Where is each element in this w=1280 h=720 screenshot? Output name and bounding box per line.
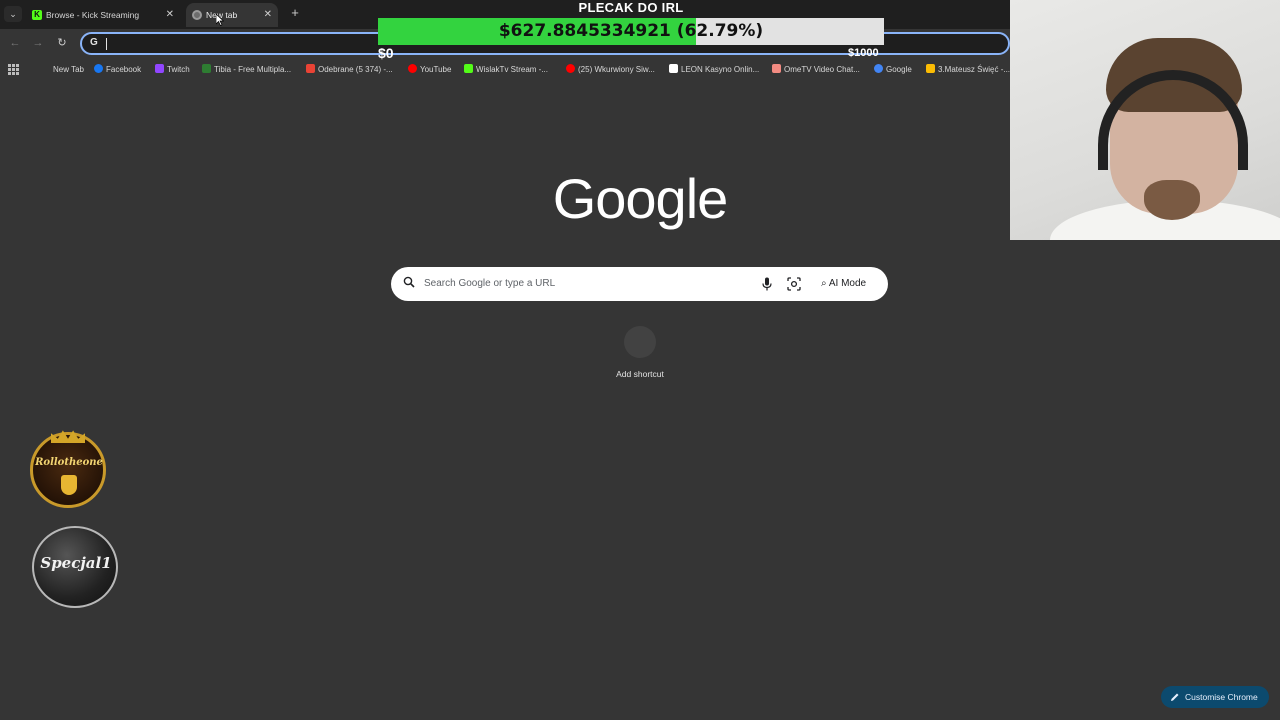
text-caret bbox=[106, 38, 107, 50]
bookmark-new-tab[interactable]: New Tab bbox=[53, 63, 84, 77]
mouse-cursor-icon bbox=[216, 14, 224, 26]
goal-min-label: $0 bbox=[378, 45, 394, 61]
facebook-icon bbox=[94, 64, 103, 73]
ometv-icon bbox=[772, 64, 781, 73]
tab-label: Browse - Kick Streaming bbox=[46, 10, 140, 20]
google-search-box[interactable]: Search Google or type a URL ⌕ AI Mode bbox=[391, 267, 888, 301]
ai-mode-search-icon: ⌕ bbox=[821, 278, 827, 289]
youtube-icon bbox=[408, 64, 417, 73]
ai-mode-button[interactable]: ⌕ AI Mode bbox=[815, 271, 872, 297]
apps-grid-icon[interactable] bbox=[8, 64, 19, 75]
kick-icon: K bbox=[32, 10, 42, 20]
bookmark-drive[interactable]: 3.Mateusz Święć -... bbox=[926, 63, 1010, 77]
tab-kick[interactable]: K Browse - Kick Streaming ✕ bbox=[26, 3, 180, 27]
back-arrow-icon[interactable]: ← bbox=[8, 36, 22, 50]
chrome-icon bbox=[192, 10, 202, 20]
search-placeholder: Search Google or type a URL bbox=[424, 278, 556, 289]
bookmark-google[interactable]: Google bbox=[874, 63, 912, 77]
goal-progress-text: $627.8845334921 (62.79%) bbox=[498, 21, 764, 41]
search-icon bbox=[403, 276, 415, 288]
google-logo: Google bbox=[552, 167, 729, 230]
tab-search-chevron-icon[interactable]: ⌄ bbox=[4, 6, 22, 22]
customise-chrome-button[interactable]: Customise Chrome bbox=[1161, 686, 1269, 708]
pencil-icon bbox=[1171, 693, 1179, 701]
horse-shield-icon bbox=[61, 475, 77, 495]
add-shortcut-label[interactable]: Add shortcut bbox=[590, 369, 690, 379]
new-tab-button[interactable]: + bbox=[288, 5, 302, 21]
goal-title: PLECAK DO IRL bbox=[578, 0, 684, 15]
goal-max-label: $1000 bbox=[848, 47, 879, 59]
close-tab-icon[interactable]: ✕ bbox=[264, 3, 272, 27]
bookmark-twitch[interactable]: Twitch bbox=[155, 63, 190, 77]
google-search-icon: G bbox=[90, 37, 98, 48]
bookmark-tibia[interactable]: Tibia - Free Multipla... bbox=[202, 63, 291, 77]
close-tab-icon[interactable]: ✕ bbox=[166, 3, 174, 27]
forward-arrow-icon[interactable]: → bbox=[31, 36, 45, 50]
bookmark-leon[interactable]: LEON Kasyno Onlin... bbox=[669, 63, 759, 77]
specjal1-badge: Specjal1 bbox=[32, 526, 118, 608]
rollotheone-badge: Rollotheone bbox=[30, 430, 106, 508]
microphone-icon[interactable] bbox=[761, 277, 773, 291]
bookmark-youtube[interactable]: YouTube bbox=[408, 63, 451, 77]
bookmark-ometv[interactable]: OmeTV Video Chat... bbox=[772, 63, 860, 77]
bookmark-facebook[interactable]: Facebook bbox=[94, 63, 141, 77]
leon-icon bbox=[669, 64, 678, 73]
bookmarks-bar: New Tab Facebook Twitch Tibia - Free Mul… bbox=[0, 60, 1010, 80]
kick-icon bbox=[464, 64, 473, 73]
gmail-icon bbox=[306, 64, 315, 73]
crown-icon bbox=[51, 430, 85, 443]
youtube-icon bbox=[566, 64, 575, 73]
tab-new-tab[interactable]: New tab ✕ bbox=[186, 3, 278, 27]
google-lens-icon[interactable] bbox=[787, 277, 801, 291]
webcam-feed bbox=[1010, 0, 1280, 240]
twitch-icon bbox=[155, 64, 164, 73]
goal-progress-bar: $627.8845334921 (62.79%) bbox=[378, 18, 884, 45]
bookmark-wislaktv[interactable]: WislakTv Stream -... bbox=[464, 63, 548, 77]
google-icon bbox=[874, 64, 883, 73]
bookmark-wkurwiony[interactable]: (25) Wkurwiony Siw... bbox=[566, 63, 655, 77]
drive-icon bbox=[926, 64, 935, 73]
reload-icon[interactable]: ↻ bbox=[55, 36, 69, 50]
screen: ⌄ K Browse - Kick Streaming ✕ New tab ✕ … bbox=[0, 0, 1280, 720]
bookmark-gmail[interactable]: Odebrane (5 374) -... bbox=[306, 63, 393, 77]
add-shortcut-button[interactable] bbox=[624, 326, 656, 358]
tibia-icon bbox=[202, 64, 211, 73]
